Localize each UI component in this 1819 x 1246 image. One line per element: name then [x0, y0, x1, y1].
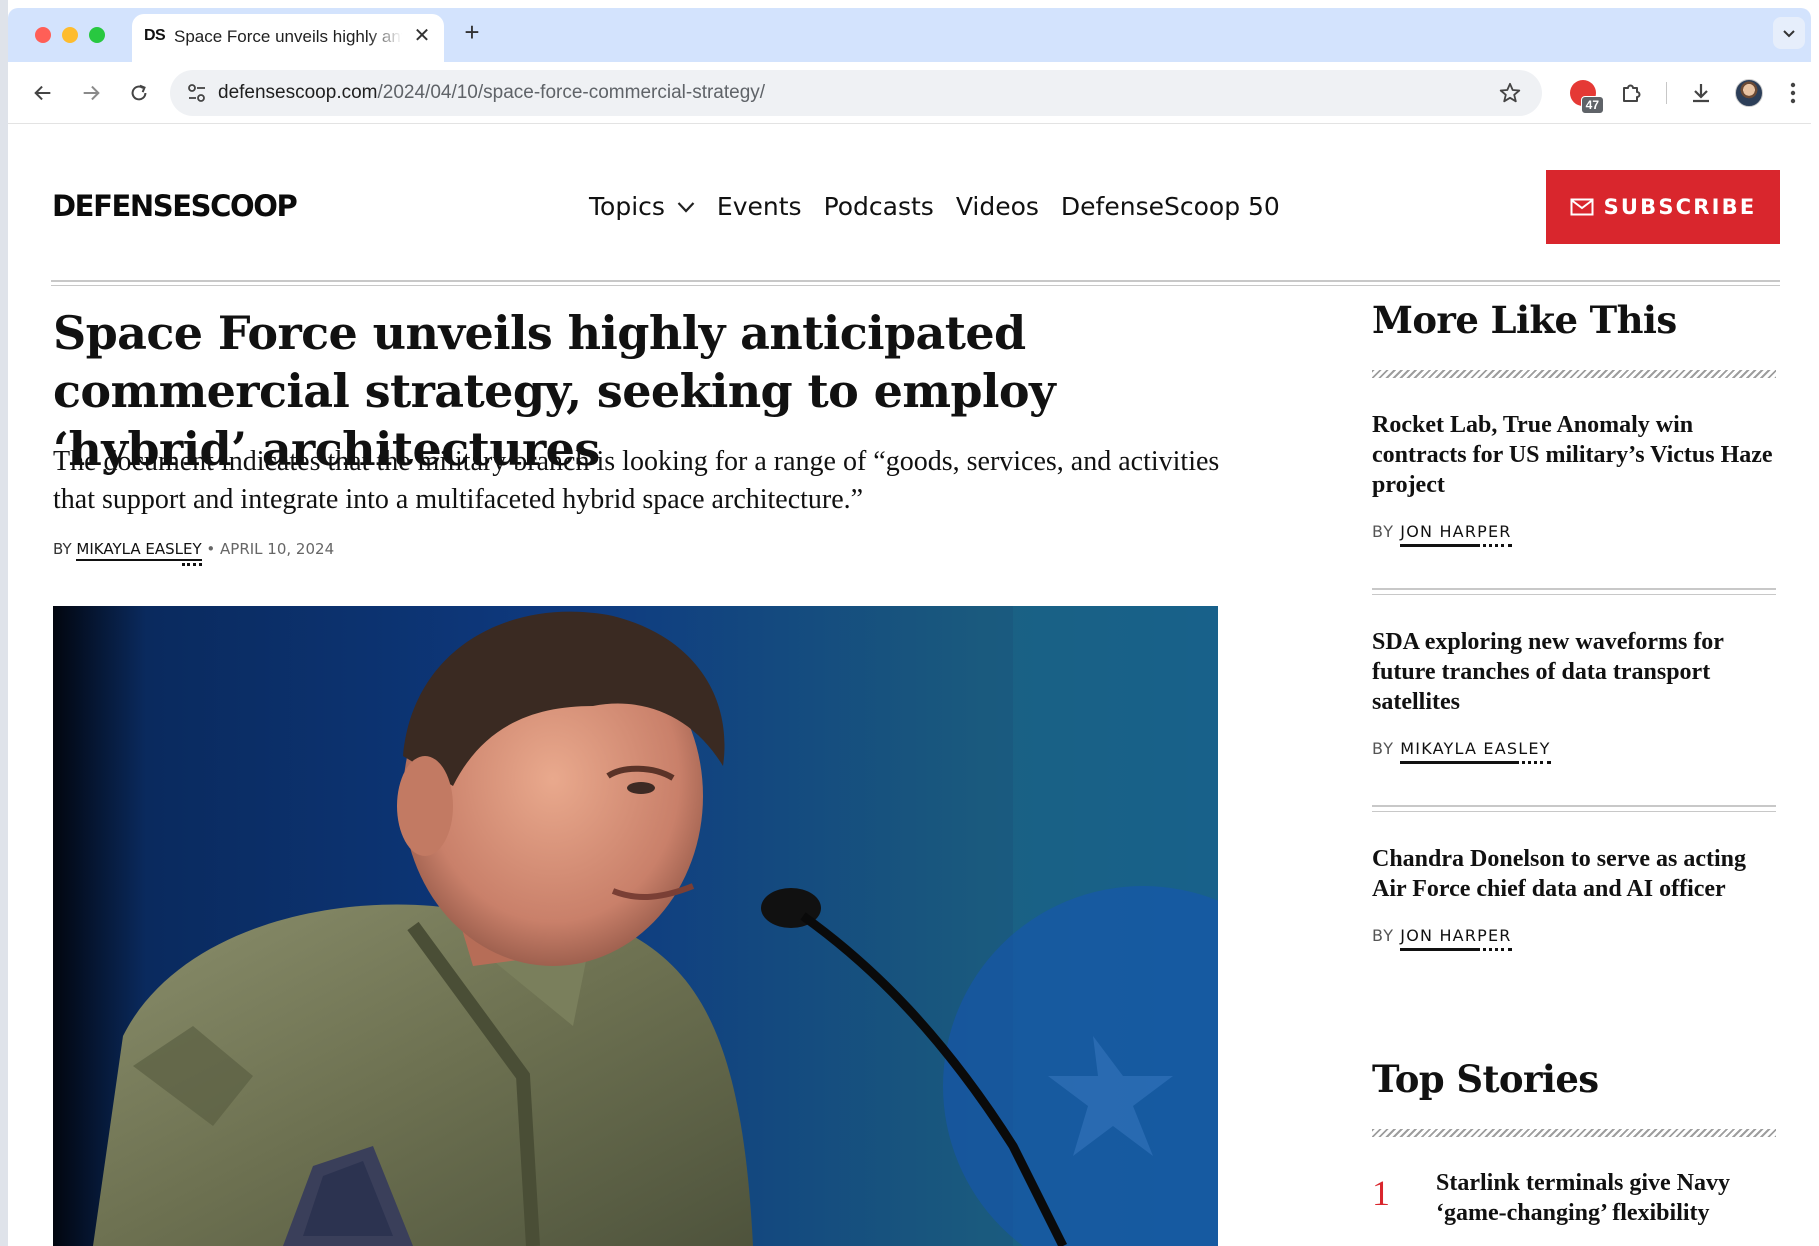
- related-story[interactable]: SDA exploring new waveforms for future t…: [1372, 627, 1776, 764]
- close-window-button[interactable]: [35, 27, 51, 43]
- chevron-down-icon: [1783, 30, 1795, 38]
- nav-events[interactable]: Events: [717, 192, 802, 221]
- extensions-button[interactable]: [1614, 76, 1648, 110]
- related-story[interactable]: Chandra Donelson to serve as acting Air …: [1372, 844, 1776, 951]
- site-nav: Topics Events Podcasts Videos DefenseSco…: [589, 192, 1302, 221]
- window-edge-left: [0, 0, 8, 1246]
- story-divider: [1372, 805, 1776, 812]
- reload-icon: [131, 84, 147, 101]
- tab-close-icon[interactable]: ✕: [410, 24, 434, 48]
- byline-prefix: BY: [1372, 739, 1395, 758]
- address-bar[interactable]: defensescoop.com/2024/04/10/space-force-…: [170, 70, 1542, 116]
- related-story-author[interactable]: JON HARPER: [1400, 926, 1512, 951]
- article-byline: BY MIKAYLA EASLEY • APRIL 10, 2024: [53, 540, 335, 561]
- downloads-button[interactable]: [1684, 76, 1718, 110]
- article-dek: The document indicates that the military…: [53, 446, 1220, 515]
- related-story-author[interactable]: MIKAYLA EASLEY: [1400, 739, 1551, 764]
- subscribe-label: SUBSCRIBE: [1603, 195, 1757, 219]
- top-stories-heading: Top Stories: [1372, 1057, 1599, 1101]
- chevron-down-icon: [677, 201, 695, 213]
- byline-prefix: BY: [1372, 522, 1395, 541]
- tab-title: Space Force unveils highly anticipated c…: [174, 27, 402, 46]
- hero-photo-illustration: [53, 606, 1218, 1246]
- related-story-title[interactable]: Rocket Lab, True Anomaly win contracts f…: [1372, 410, 1776, 500]
- section-hatch-divider: [1372, 370, 1776, 378]
- url-host: defensescoop.com: [218, 82, 378, 103]
- byline-prefix: BY: [53, 540, 72, 558]
- header-divider: [51, 280, 1780, 286]
- nav-topics[interactable]: Topics: [589, 192, 695, 221]
- browser-tab-active[interactable]: DS Space Force unveils highly anticipate…: [132, 14, 444, 62]
- related-story-byline: BY JON HARPER: [1372, 926, 1776, 951]
- browser-toolbar: defensescoop.com/2024/04/10/space-force-…: [8, 62, 1811, 124]
- subscribe-button[interactable]: SUBSCRIBE: [1546, 170, 1780, 244]
- related-story-byline: BY JON HARPER: [1372, 522, 1776, 547]
- hero-photo[interactable]: [53, 606, 1218, 1246]
- more-like-this-heading: More Like This: [1372, 298, 1677, 342]
- nav-defensescoop-50[interactable]: DefenseScoop 50: [1061, 192, 1280, 221]
- toolbar-separator: [1666, 82, 1667, 104]
- site-favicon-icon: DS: [144, 27, 166, 44]
- url-path: /2024/04/10/space-force-commercial-strat…: [377, 82, 766, 103]
- url-text[interactable]: defensescoop.com/2024/04/10/space-force-…: [218, 82, 765, 104]
- author-link[interactable]: MIKAYLA EASLEY: [76, 540, 202, 561]
- nav-podcasts[interactable]: Podcasts: [824, 192, 934, 221]
- nav-videos[interactable]: Videos: [956, 192, 1039, 221]
- download-icon: [1693, 84, 1709, 103]
- site-logo[interactable]: DEFENSESCOOP: [52, 189, 298, 223]
- puzzle-piece-icon: [1623, 84, 1641, 102]
- forward-button[interactable]: [74, 76, 108, 110]
- forward-arrow-icon: [83, 85, 100, 101]
- related-story-title[interactable]: SDA exploring new waveforms for future t…: [1372, 627, 1776, 717]
- maximize-window-button[interactable]: [89, 27, 105, 43]
- avatar: [1735, 79, 1763, 107]
- bookmark-star-icon[interactable]: [1498, 81, 1522, 105]
- back-arrow-icon: [34, 85, 51, 101]
- reload-button[interactable]: [122, 76, 156, 110]
- extension-badge: 47: [1580, 96, 1604, 114]
- related-story-title[interactable]: Chandra Donelson to serve as acting Air …: [1372, 844, 1776, 904]
- nav-topics-label: Topics: [589, 192, 665, 221]
- related-story[interactable]: Rocket Lab, True Anomaly win contracts f…: [1372, 410, 1776, 547]
- profile-button[interactable]: [1732, 76, 1766, 110]
- adblock-extension-button[interactable]: 47: [1566, 76, 1604, 114]
- related-story-byline: BY MIKAYLA EASLEY: [1372, 739, 1776, 764]
- browser-menu-button[interactable]: [1776, 76, 1810, 110]
- envelope-icon: [1570, 198, 1594, 216]
- tab-search-button[interactable]: [1773, 17, 1805, 49]
- top-story-title[interactable]: Starlink terminals give Navy ‘game-chang…: [1436, 1168, 1776, 1228]
- related-story-author[interactable]: JON HARPER: [1400, 522, 1512, 547]
- minimize-window-button[interactable]: [62, 27, 78, 43]
- new-tab-button[interactable]: +: [458, 19, 486, 47]
- section-hatch-divider: [1372, 1129, 1776, 1137]
- byline-prefix: BY: [1372, 926, 1395, 945]
- back-button[interactable]: [26, 76, 60, 110]
- story-divider: [1372, 588, 1776, 595]
- more-vertical-icon: [1790, 82, 1796, 104]
- site-settings-icon[interactable]: [186, 82, 208, 104]
- adblock-icon: 47: [1570, 80, 1604, 114]
- article-date: APRIL 10, 2024: [220, 540, 335, 558]
- top-story-rank: 1: [1372, 1173, 1390, 1213]
- byline-separator: •: [206, 540, 216, 558]
